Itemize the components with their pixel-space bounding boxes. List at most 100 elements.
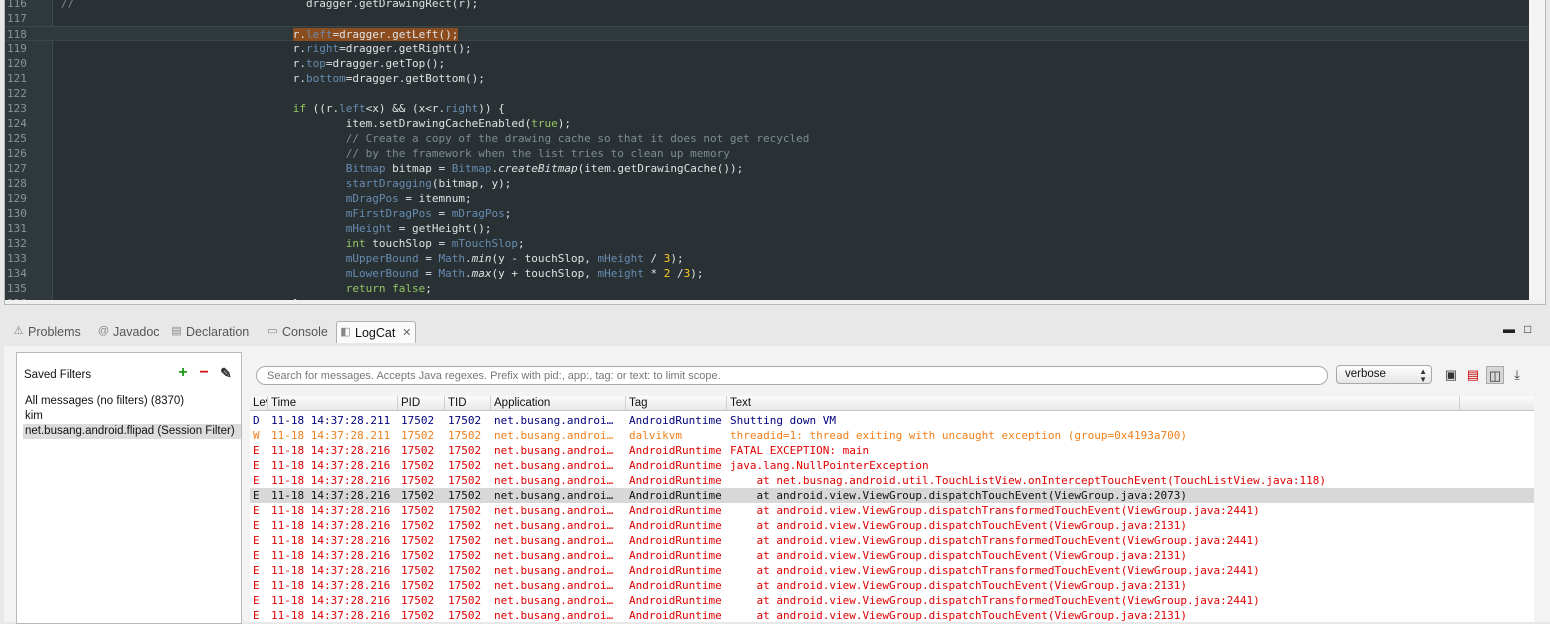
code-token: = itemnum; bbox=[398, 192, 472, 205]
minimize-icon[interactable]: ▬ bbox=[1503, 322, 1515, 336]
cell-tid: 17502 bbox=[448, 444, 482, 457]
table-row[interactable]: E 11-18 14:37:28.216 17502 17502 net.busang.… bbox=[250, 563, 1534, 578]
cell-time: 11-18 14:37:28.216 bbox=[271, 519, 391, 532]
log-table[interactable]: LevTimePIDTIDApplicationTagText D 11-18 1… bbox=[250, 396, 1534, 622]
cell-tid: 17502 bbox=[448, 609, 482, 622]
column-header-lev[interactable]: Lev bbox=[250, 396, 268, 411]
cell-pid: 17502 bbox=[401, 579, 435, 592]
tab-logcat[interactable]: ◧ LogCat ✕ bbox=[336, 321, 417, 344]
tab-javadoc[interactable]: @ Javadoc bbox=[95, 321, 160, 343]
table-row[interactable]: E 11-18 14:37:28.216 17502 17502 net.busang.… bbox=[250, 503, 1534, 518]
line-number: 128 bbox=[7, 177, 27, 190]
search-input[interactable] bbox=[256, 366, 1328, 385]
table-row[interactable]: E 11-18 14:37:28.216 17502 17502 net.busang.… bbox=[250, 548, 1534, 563]
code-token: mDragPos bbox=[345, 192, 399, 205]
code-token: r. bbox=[292, 28, 307, 41]
line-number: 136 bbox=[7, 296, 49, 300]
close-icon[interactable]: ✕ bbox=[402, 322, 411, 344]
cell-pid: 17502 bbox=[401, 594, 435, 607]
code-token: return bbox=[345, 282, 386, 295]
code-token: top bbox=[306, 57, 326, 70]
table-row[interactable]: E 11-18 14:37:28.216 17502 17502 net.busang.… bbox=[250, 608, 1534, 622]
cell-level: E bbox=[253, 474, 260, 487]
code-line: 129 mDragPos = itemnum; bbox=[5, 191, 1531, 206]
cell-tag: AndroidRuntime bbox=[629, 534, 722, 547]
cell-time: 11-18 14:37:28.216 bbox=[271, 504, 391, 517]
tab-label: Javadoc bbox=[113, 325, 160, 339]
cell-text: at android.view.ViewGroup.dispatchTransf… bbox=[730, 564, 1260, 577]
cell-time: 11-18 14:37:28.216 bbox=[271, 579, 391, 592]
code-token: ((r. bbox=[306, 102, 340, 115]
column-header-application[interactable]: Application bbox=[491, 396, 626, 411]
cell-pid: 17502 bbox=[401, 519, 435, 532]
table-row[interactable]: W 11-18 14:37:28.211 17502 17502 net.busang.… bbox=[250, 428, 1534, 443]
table-row[interactable]: E 11-18 14:37:28.216 17502 17502 net.busang.… bbox=[250, 578, 1534, 593]
table-row[interactable]: E 11-18 14:37:28.216 17502 17502 net.busang.… bbox=[250, 458, 1534, 473]
code-line: 120 r.top=dragger.getTop(); bbox=[5, 56, 1531, 71]
cell-tag: AndroidRuntime bbox=[629, 579, 722, 592]
log-level-select[interactable]: verbose ▲ ▼ bbox=[1336, 365, 1432, 384]
table-row[interactable]: D 11-18 14:37:28.211 17502 17502 net.busang.… bbox=[250, 413, 1534, 428]
cell-tag: AndroidRuntime bbox=[629, 474, 722, 487]
code-token: =dragger.getTop(); bbox=[325, 57, 446, 70]
column-header-tid[interactable]: TID bbox=[445, 396, 491, 411]
line-number: 133 bbox=[7, 252, 27, 265]
add-filter-icon[interactable]: + bbox=[175, 365, 191, 381]
filter-item[interactable]: All messages (no filters) (8370) bbox=[23, 394, 241, 409]
code-token: mLowerBound bbox=[345, 267, 419, 280]
table-row[interactable]: E 11-18 14:37:28.216 17502 17502 net.busang.… bbox=[250, 593, 1534, 608]
code-line: 136 } bbox=[5, 296, 1531, 300]
declaration-icon: ▤ bbox=[171, 325, 182, 337]
cell-app: net.busang.androi… bbox=[494, 459, 614, 472]
column-header-pid[interactable]: PID bbox=[398, 396, 445, 411]
maximize-icon[interactable]: □ bbox=[1524, 322, 1531, 336]
table-row[interactable]: E 11-18 14:37:28.216 17502 17502 net.busang.… bbox=[250, 488, 1534, 503]
edit-filter-icon[interactable]: ✎ bbox=[218, 365, 234, 381]
code-text: } bbox=[61, 296, 300, 300]
column-header-text[interactable]: Text bbox=[727, 396, 1460, 411]
code-token: =dragger.getLeft(); bbox=[332, 28, 459, 41]
cell-tid: 17502 bbox=[448, 474, 482, 487]
cell-tag: AndroidRuntime bbox=[629, 564, 722, 577]
column-header-time[interactable]: Time bbox=[268, 396, 398, 411]
code-token: (y + touchSlop, bbox=[491, 267, 598, 280]
saved-filters-title: Saved Filters bbox=[24, 369, 92, 381]
table-row[interactable]: E 11-18 14:37:28.216 17502 17502 net.busang.… bbox=[250, 443, 1534, 458]
code-editor[interactable]: 116// dragger.getDrawingRect(r); 117 118 r… bbox=[4, 0, 1546, 305]
cell-app: net.busang.androi… bbox=[494, 609, 614, 622]
table-row[interactable]: E 11-18 14:37:28.216 17502 17502 net.busang.… bbox=[250, 518, 1534, 533]
cell-tag: AndroidRuntime bbox=[629, 594, 722, 607]
filter-item[interactable]: kim bbox=[23, 409, 241, 424]
tab-console[interactable]: ▭ Console bbox=[264, 321, 328, 343]
remove-filter-icon[interactable]: − bbox=[196, 365, 212, 381]
column-header-tag[interactable]: Tag bbox=[626, 396, 727, 411]
view-tab-bar: ⚠ Problems @ Javadoc ▤ Declaration ▭ Console ◧ Lo… bbox=[0, 318, 1550, 346]
clear-log-icon[interactable]: ▤ bbox=[1464, 366, 1482, 384]
line-number: 125 bbox=[7, 132, 27, 145]
code-line: 128 startDragging(bitmap, y); bbox=[5, 176, 1531, 191]
table-row[interactable]: E 11-18 14:37:28.216 17502 17502 net.busang.… bbox=[250, 473, 1534, 488]
save-log-icon[interactable]: ▣ bbox=[1442, 366, 1460, 384]
editor-text-area[interactable]: 116// dragger.getDrawingRect(r); 117 118 r… bbox=[5, 0, 1531, 300]
tab-declaration[interactable]: ▤ Declaration bbox=[168, 321, 249, 343]
editor-scrollbar[interactable] bbox=[1529, 0, 1545, 300]
cell-tid: 17502 bbox=[448, 504, 482, 517]
toggle-filters-icon[interactable]: ◫ bbox=[1486, 366, 1504, 384]
line-number: 132 bbox=[7, 237, 27, 250]
line-number: 123 bbox=[7, 102, 27, 115]
tab-label: LogCat bbox=[355, 326, 396, 340]
line-number: 122 bbox=[7, 87, 27, 100]
cell-time: 11-18 14:37:28.216 bbox=[271, 564, 391, 577]
cell-pid: 17502 bbox=[401, 534, 435, 547]
cell-pid: 17502 bbox=[401, 504, 435, 517]
scroll-lock-icon[interactable]: ⤓ bbox=[1508, 366, 1526, 384]
code-line: 130 mFirstDragPos = mDragPos; bbox=[5, 206, 1531, 221]
cell-level: W bbox=[253, 429, 260, 442]
code-token: bottom bbox=[306, 72, 346, 85]
table-row[interactable]: E 11-18 14:37:28.216 17502 17502 net.busang.… bbox=[250, 533, 1534, 548]
filter-item[interactable]: net.busang.android.flipad (Session Filte… bbox=[23, 424, 241, 439]
tab-problems[interactable]: ⚠ Problems bbox=[10, 321, 81, 343]
cell-time: 11-18 14:37:28.216 bbox=[271, 489, 391, 502]
